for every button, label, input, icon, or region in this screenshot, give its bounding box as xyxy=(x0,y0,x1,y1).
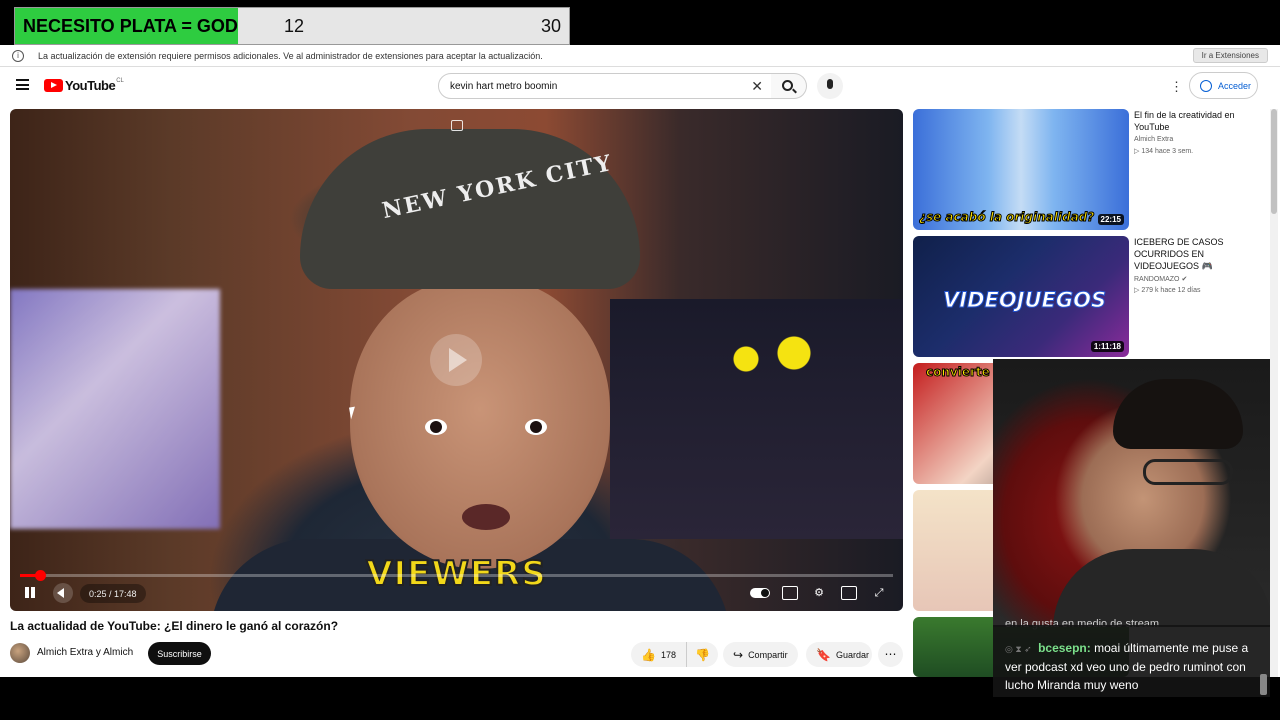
recommendation-channel[interactable]: RANDOMAZO ✔ xyxy=(1134,275,1187,283)
youtube-logo[interactable]: YouTube CL xyxy=(44,78,124,93)
dislike-button[interactable]: 👎 xyxy=(687,648,715,662)
youtube-play-logo-icon xyxy=(44,79,63,92)
miniplayer-icon[interactable] xyxy=(451,120,463,131)
youtube-logo-text: YouTube xyxy=(65,78,116,93)
duration-badge: 22:15 xyxy=(1097,214,1124,225)
more-options-icon[interactable]: ⋮ xyxy=(1170,79,1183,95)
recommendation-thumbnail[interactable]: ¿se acabó la originalidad? 22:15 xyxy=(913,109,1129,230)
play-indicator-icon xyxy=(430,334,482,386)
search-query: kevin hart metro boomin xyxy=(450,80,558,92)
subtitles-icon[interactable] xyxy=(782,586,798,600)
settings-gear-icon[interactable]: ⚙ xyxy=(811,586,827,600)
thumbnail-text: VIDEOJUEGOS xyxy=(942,288,1107,313)
play-count-icon: ▷ xyxy=(1134,287,1140,294)
video-title: La actualidad de YouTube: ¿El dinero le … xyxy=(10,619,339,633)
recommendation-meta: ▷ 279 k hace 12 días xyxy=(1134,286,1201,294)
autoplay-toggle[interactable] xyxy=(750,588,770,598)
upload-age: hace 3 sem. xyxy=(1154,148,1194,155)
chat-scrollbar[interactable] xyxy=(1260,674,1267,695)
go-to-extensions-button[interactable]: Ir a Extensiones xyxy=(1192,48,1268,63)
user-icon xyxy=(1200,79,1212,92)
clear-search-icon[interactable]: ✕ xyxy=(751,78,763,95)
donation-goal-bar: NECESITO PLATA = GOD 12 30 xyxy=(14,7,570,45)
recommendation-meta: ▷ 134 hace 3 sem. xyxy=(1134,147,1193,155)
infobar-message: La actualización de extensión requiere p… xyxy=(38,50,543,61)
view-count: 134 xyxy=(1141,148,1154,155)
channel-avatar[interactable] xyxy=(10,643,30,663)
search-input[interactable]: kevin hart metro boomin ✕ xyxy=(438,73,772,99)
channel-name: RANDOMAZO xyxy=(1134,276,1180,283)
play-count-icon: ▷ xyxy=(1134,148,1140,155)
volume-icon xyxy=(57,588,64,598)
recommendation-title[interactable]: ICEBERG DE CASOS OCURRIDOS EN VIDEOJUEGO… xyxy=(1134,236,1259,272)
menu-icon[interactable] xyxy=(16,79,29,90)
more-actions-button[interactable]: ⋯ xyxy=(878,642,903,667)
chat-overlay: ◎ ⧗ ➶ bcesepn: moai últimamente me puse … xyxy=(993,625,1270,697)
webcam-overlay xyxy=(993,359,1270,627)
voice-search-button[interactable] xyxy=(817,73,843,99)
video-frame-face xyxy=(350,279,610,569)
goal-label: NECESITO PLATA = GOD xyxy=(15,8,238,44)
goal-progress: 12 30 xyxy=(238,8,569,44)
channel-name[interactable]: Almich Extra y Almich xyxy=(37,647,133,658)
sign-in-label: Acceder xyxy=(1218,80,1252,91)
upload-age: hace 12 días xyxy=(1160,287,1201,294)
share-label: Compartir xyxy=(748,649,788,660)
share-icon: ↪ xyxy=(733,647,744,662)
scrollbar-thumb[interactable] xyxy=(1271,109,1277,214)
chat-badge-icons: ◎ ⧗ ➶ xyxy=(1005,644,1032,654)
like-count: 178 xyxy=(660,649,676,660)
webcam-hair xyxy=(1113,379,1243,449)
search-icon xyxy=(782,80,793,91)
info-icon: i xyxy=(12,49,24,62)
progress-bar[interactable] xyxy=(20,570,893,581)
goal-target-count: 30 xyxy=(540,15,561,36)
like-button[interactable]: 👍 178 xyxy=(631,642,687,667)
subscribe-button[interactable]: Suscribirse xyxy=(148,642,211,665)
thumbnail-text: ¿se acabó la originalidad? xyxy=(918,210,1095,225)
recommendation-title[interactable]: El fin de la creatividad en YouTube xyxy=(1134,109,1259,133)
video-frame-eye-left xyxy=(425,419,447,435)
bookmark-icon: 🔖 xyxy=(816,647,831,662)
like-dislike-group: 👍 178 👎 xyxy=(631,642,718,667)
video-frame-cap: NEW YORK CITY xyxy=(300,129,640,289)
extension-infobar: i La actualización de extensión requiere… xyxy=(0,45,1280,67)
sign-in-button[interactable]: Acceder xyxy=(1189,72,1258,99)
goal-current-count: 12 xyxy=(284,15,305,36)
duration-badge: 1:11:18 xyxy=(1090,341,1124,352)
video-frame-eye-right xyxy=(525,419,547,435)
search-button[interactable] xyxy=(771,73,807,99)
page-scrollbar[interactable] xyxy=(1270,109,1278,677)
save-label: Guardar xyxy=(835,649,869,660)
progress-scrubber[interactable] xyxy=(35,570,47,581)
recommendation-thumbnail[interactable]: VIDEOJUEGOS 1:11:18 xyxy=(913,236,1129,357)
verified-icon: ✔ xyxy=(1181,276,1188,283)
video-frame-monitor-right xyxy=(610,299,903,539)
video-player[interactable]: NEW YORK CITY VIEWERS 0:25 / 17:48 ⚙ ⤢ xyxy=(10,109,903,611)
chat-username: bcesepn: xyxy=(1038,641,1091,655)
webcam-shirt xyxy=(1053,549,1270,627)
time-display: 0:25 / 17:48 xyxy=(80,584,146,603)
thumbnail-text: convierte xyxy=(926,365,991,380)
save-button[interactable]: 🔖 Guardar xyxy=(806,642,872,667)
thumbs-up-icon: 👍 xyxy=(641,647,656,662)
volume-button[interactable] xyxy=(53,583,73,603)
share-button[interactable]: ↪ Compartir xyxy=(723,642,798,667)
cap-text: NEW YORK CITY xyxy=(379,149,616,225)
thumbs-down-icon: 👎 xyxy=(695,647,710,662)
pause-button[interactable] xyxy=(22,585,38,601)
theater-mode-icon[interactable] xyxy=(841,586,857,600)
webcam-glasses xyxy=(1143,459,1233,485)
country-code: CL xyxy=(116,78,124,84)
video-frame-monitor-left xyxy=(10,289,220,529)
fullscreen-icon[interactable]: ⤢ xyxy=(871,586,887,600)
video-frame-mouth xyxy=(462,504,510,530)
microphone-icon xyxy=(827,79,833,89)
view-count: 279 k xyxy=(1141,287,1159,294)
recommendation-channel[interactable]: Almich Extra xyxy=(1134,136,1173,143)
youtube-header: YouTube CL kevin hart metro boomin ✕ ⋮ A… xyxy=(0,67,1280,107)
